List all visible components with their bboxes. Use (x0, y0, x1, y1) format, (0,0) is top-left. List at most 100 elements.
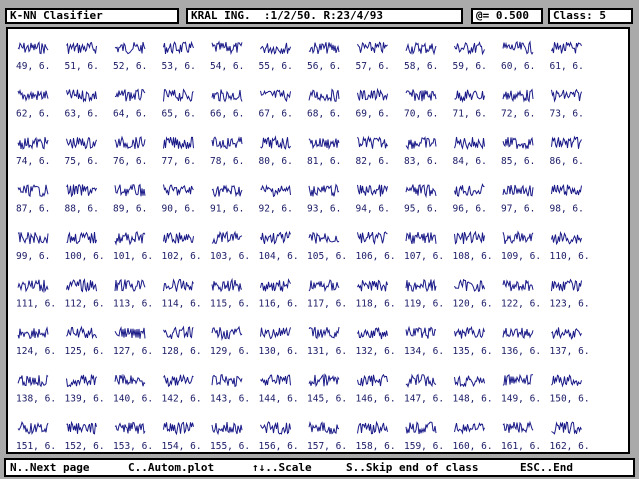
sample-58: 109, 6. (501, 230, 541, 262)
sample-label: 148, 6. (453, 394, 493, 405)
sample-label: 80, 6. (259, 156, 293, 167)
sample-label: 114, 6. (162, 299, 202, 310)
sample-waveform (357, 135, 388, 149)
sample-label: 85, 6. (501, 156, 535, 167)
sample-50: 101, 6. (113, 231, 153, 262)
sample-label: 72, 6. (501, 109, 535, 120)
sample-label: 108, 6. (453, 251, 493, 262)
sample-label: 159, 6. (404, 441, 444, 452)
sample-label: 57, 6. (356, 61, 390, 72)
sample-26: 76, 6. (113, 135, 147, 167)
sample-label: 122, 6. (501, 299, 541, 310)
sample-waveform (405, 421, 437, 435)
sample-label: 117, 6. (307, 299, 347, 310)
sample-100: 155, 6. (210, 422, 250, 452)
sample-label: 127, 6. (113, 346, 153, 357)
sample-waveform (66, 41, 97, 54)
sample-104: 159, 6. (404, 421, 444, 452)
sample-waveform (454, 278, 485, 292)
sample-waveform (17, 89, 49, 102)
sample-waveform (405, 278, 437, 293)
sample-waveform (502, 136, 534, 150)
sample-waveform (114, 41, 146, 55)
sample-label: 134, 6. (404, 346, 444, 357)
sample-waveform (357, 87, 388, 101)
sample-89: 144, 6. (259, 374, 299, 405)
sample-40: 91, 6. (210, 184, 244, 215)
sample-label: 109, 6. (501, 251, 541, 262)
sample-82: 136, 6. (501, 327, 541, 357)
sample-87: 142, 6. (162, 374, 202, 405)
sample-label: 97, 6. (501, 204, 535, 215)
sample-waveform (17, 136, 49, 150)
sample-81: 135, 6. (453, 325, 493, 357)
sample-waveform (211, 277, 243, 293)
sample-waveform (405, 136, 437, 151)
sample-waveform (163, 232, 194, 244)
sample-label: 49, 6. (16, 61, 50, 72)
sample-label: 130, 6. (259, 346, 299, 357)
sample-waveform (17, 184, 49, 198)
sample-91: 146, 6. (356, 373, 396, 405)
sample-54: 105, 6. (307, 232, 347, 262)
sample-14: 64, 6. (113, 88, 147, 120)
sample-22: 72, 6. (501, 88, 535, 120)
sample-28: 78, 6. (210, 136, 244, 167)
autom-plot-command[interactable]: C..Autom.plot (128, 460, 214, 475)
sample-label: 65, 6. (162, 109, 196, 120)
sample-label: 74, 6. (16, 156, 50, 167)
sample-waveform (454, 230, 485, 245)
sample-waveform (114, 88, 146, 102)
sample-label: 149, 6. (501, 394, 541, 405)
sample-label: 106, 6. (356, 251, 396, 262)
esc-end-command[interactable]: ESC..End (520, 460, 573, 475)
sample-label: 111, 6. (16, 299, 56, 310)
sample-waveform (405, 373, 437, 389)
sample-23: 73, 6. (550, 88, 584, 120)
sample-96: 151, 6. (16, 420, 56, 452)
sample-waveform (260, 42, 291, 55)
sample-33: 84, 6. (453, 136, 487, 167)
sample-label: 139, 6. (65, 394, 105, 405)
sample-103: 158, 6. (356, 420, 396, 452)
sample-waveform (454, 375, 485, 388)
sample-label: 140, 6. (113, 394, 153, 405)
skip-class-command[interactable]: S..Skip end of class (346, 460, 478, 475)
scale-command[interactable]: ↑↓..Scale (252, 460, 312, 475)
sample-69: 120, 6. (453, 278, 493, 310)
sample-waveform (308, 138, 340, 150)
sample-label: 70, 6. (404, 109, 438, 120)
sample-waveform (357, 327, 388, 340)
sample-label: 129, 6. (210, 346, 250, 357)
sample-waveform (17, 326, 49, 340)
sample-label: 147, 6. (404, 394, 444, 405)
sample-waveform (163, 184, 194, 196)
sample-waveform (357, 420, 388, 435)
sample-label: 146, 6. (356, 394, 396, 405)
sample-15: 65, 6. (162, 88, 196, 120)
sample-waveform (551, 41, 582, 54)
sample-waveform (454, 136, 485, 151)
sample-62: 113, 6. (113, 278, 153, 310)
sample-88: 143, 6. (210, 373, 250, 405)
sample-label: 52, 6. (113, 61, 147, 72)
sample-35: 86, 6. (550, 135, 584, 167)
sample-waveform (551, 183, 582, 196)
sample-waveform (308, 88, 340, 102)
sample-label: 160, 6. (453, 441, 493, 452)
sample-waveform (502, 230, 534, 245)
sample-label: 95, 6. (404, 204, 438, 215)
sample-waveform (405, 325, 437, 339)
sample-59: 110, 6. (550, 231, 590, 262)
sample-label: 104, 6. (259, 251, 299, 262)
sample-waveform (66, 278, 97, 293)
sample-waveform (163, 40, 194, 55)
sample-waveform (163, 88, 194, 103)
sample-label: 88, 6. (65, 204, 99, 215)
next-page-command[interactable]: N..Next page (10, 460, 89, 475)
sample-waveform (551, 231, 582, 246)
sample-78: 131, 6. (307, 326, 347, 357)
sample-27: 77, 6. (162, 136, 196, 167)
sample-label: 142, 6. (162, 394, 202, 405)
sample-39: 90, 6. (162, 184, 196, 215)
